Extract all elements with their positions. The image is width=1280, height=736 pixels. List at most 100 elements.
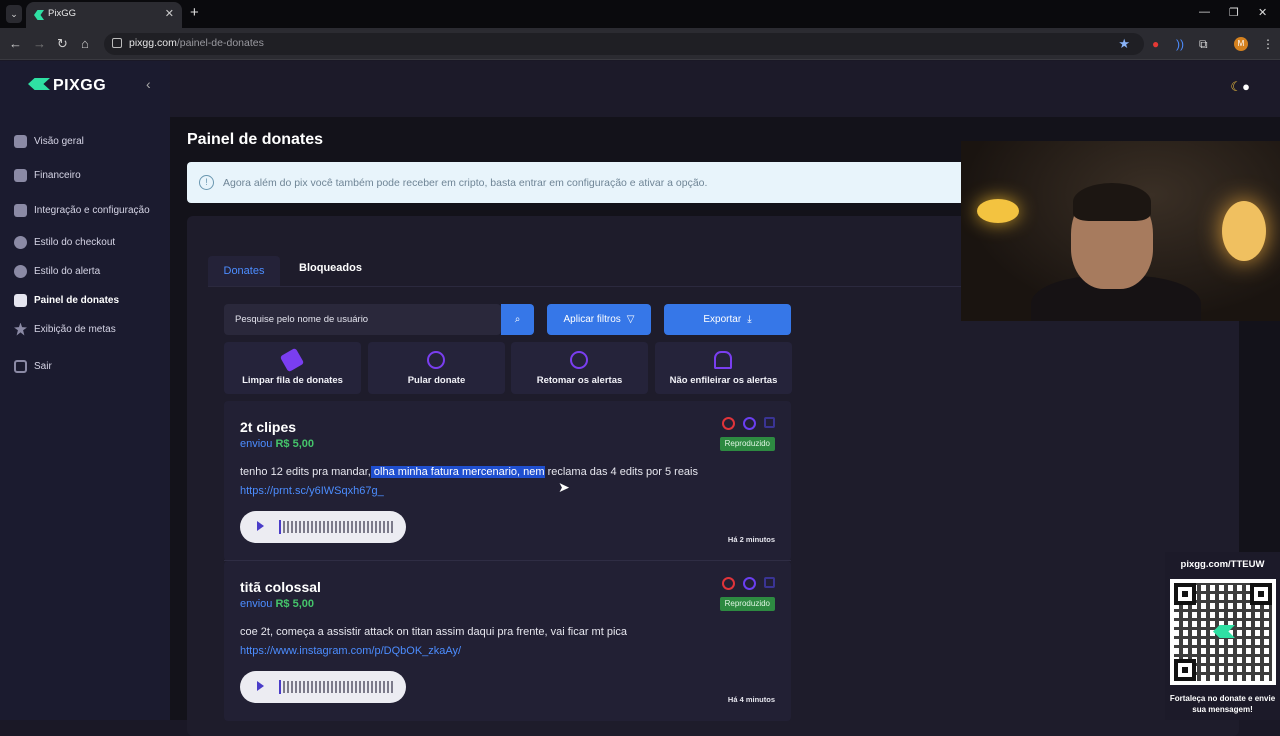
audio-player[interactable] [240,511,406,543]
minimize-icon[interactable]: — [1199,6,1210,18]
person-hair [1073,183,1151,221]
qr-finder [1174,659,1196,681]
tab-bloqueados[interactable]: Bloqueados [299,262,362,274]
logo-mark-icon [28,78,50,90]
reload-icon[interactable]: ↻ [57,36,68,52]
sidebar-item-financeiro[interactable]: Financeiro [14,165,81,185]
sidebar-item-integracao[interactable]: Integração e configuração [14,200,150,220]
mouse-cursor-icon: ➤ [558,479,570,495]
apply-filters-button[interactable]: Aplicar filtros ▽ [547,304,651,335]
donate-card: titã colossal enviou R$ 5,00 Reproduzido… [224,561,791,721]
sidebar-item-sair[interactable]: Sair [14,356,52,376]
audio-player[interactable] [240,671,406,703]
status-badge: Reproduzido [719,597,775,611]
tab-title: PixGG [48,8,76,19]
search-button[interactable]: ⌕ [501,304,534,335]
playhead[interactable] [279,520,281,534]
block-icon[interactable] [722,417,735,430]
bell-off-icon [714,351,732,369]
search-input[interactable]: Pesquise pelo nome de usuário ⌕ [224,304,534,335]
wallet-icon [14,168,27,182]
logout-icon [14,359,27,373]
waveform[interactable] [279,681,393,693]
forward-icon[interactable]: → [33,36,46,51]
qr-code [1170,579,1276,685]
sidebar-item-estilo-checkout[interactable]: Estilo do checkout [14,232,115,252]
theme-toggle-icon[interactable]: ● [1242,79,1250,94]
skip-icon[interactable] [764,417,775,428]
donate-message: tenho 12 edits pra mandar, olha minha fa… [240,466,698,478]
qr-caption: Fortaleça no donate e envie sua mensagem… [1169,694,1276,714]
page-title: Painel de donates [187,131,324,148]
webcam-overlay [961,141,1280,321]
bookmark-star-icon[interactable]: ★ [1118,36,1130,52]
extension-icon[interactable]: ● [1152,37,1159,51]
donate-link[interactable]: https://www.instagram.com/p/DQbOK_zkaAy/ [240,645,461,657]
search-icon: ⌕ [514,314,521,325]
home-icon [14,134,27,148]
site-info-icon[interactable] [112,38,122,48]
donate-timestamp: Há 2 minutos [727,535,775,544]
palette-icon [14,235,27,249]
address-bar-row: ← → ↻ ⌂ pixgg.com/painel-de-donates ★ ● … [0,28,1280,60]
sidebar-item-visao-geral[interactable]: Visão geral [14,131,84,151]
skip-donate-button[interactable]: Pular donate [368,342,505,394]
tab-donates[interactable]: Donates [208,256,280,286]
donate-link[interactable]: https://prnt.sc/y6IWSqxh67g_ [240,485,384,497]
tab-search-dropdown[interactable]: ⌄ [6,5,22,23]
lamp [1222,201,1266,261]
close-window-icon[interactable]: ✕ [1258,6,1267,19]
skip-icon [427,351,445,369]
sidebar: PIXGG ‹ Visão geral Financeiro Integraçã… [0,61,170,720]
skip-icon[interactable] [764,577,775,588]
star-icon [14,322,27,336]
download-icon: ⤓ [747,314,752,325]
palette-icon [14,264,27,278]
play-icon[interactable] [257,681,264,691]
browser-tab[interactable]: PixGG ✕ [26,2,182,28]
lamp [977,199,1019,223]
extensions-puzzle-icon[interactable]: ⧉ [1199,37,1208,52]
status-badge: Reproduzido [719,437,775,451]
close-tab-icon[interactable]: ✕ [165,7,174,20]
profile-avatar[interactable]: M [1234,37,1248,51]
donate-actions [722,577,775,590]
extension-icon[interactable]: )) [1176,37,1184,51]
new-tab-button[interactable]: + [190,4,199,21]
qr-finder [1250,583,1272,605]
replay-icon[interactable] [743,577,756,590]
menu-kebab-icon[interactable]: ⋮ [1262,37,1274,51]
dont-queue-alerts-button[interactable]: Não enfileirar os alertas [655,342,792,394]
url-field[interactable]: pixgg.com/painel-de-donates ★ [104,33,1144,55]
home-icon[interactable]: ⌂ [81,36,89,51]
donate-actions [722,417,775,430]
moon-icon[interactable]: ☾ [1230,79,1242,95]
restore-icon[interactable]: ❐ [1229,6,1239,19]
playhead[interactable] [279,680,281,694]
play-icon[interactable] [257,521,264,531]
qr-overlay: pixgg.com/TTEUW Fortaleça no donate e en… [1165,552,1280,720]
donate-timestamp: Há 4 minutos [727,695,775,704]
export-button[interactable]: Exportar ⤓ [664,304,791,335]
sidebar-item-estilo-alerta[interactable]: Estilo do alerta [14,261,100,281]
back-icon[interactable]: ← [9,36,22,51]
resume-alerts-button[interactable]: Retomar os alertas [511,342,648,394]
info-banner: ! Agora além do pix você também pode rec… [187,162,987,203]
browser-tab-strip: ⌄ PixGG ✕ + — ❐ ✕ [0,0,1280,28]
waveform[interactable] [279,521,393,533]
donate-amount: enviou R$ 5,00 [240,598,315,610]
block-icon[interactable] [722,577,735,590]
document-icon [14,203,27,217]
collapse-sidebar-icon[interactable]: ‹ [146,76,151,92]
donate-icon [14,293,27,307]
clear-queue-button[interactable]: Limpar fila de donates [224,342,361,394]
sidebar-item-exibicao-metas[interactable]: Exibição de metas [14,319,116,339]
sidebar-item-painel-donates[interactable]: Painel de donates [14,290,119,310]
donate-message: coe 2t, começa a assistir attack on tita… [240,626,628,638]
donor-name: 2t clipes [240,419,297,435]
info-icon: ! [199,175,214,190]
replay-icon[interactable] [743,417,756,430]
filter-icon: ▽ [626,314,635,325]
donor-name: titã colossal [240,579,321,595]
pixgg-logo[interactable]: PIXGG [28,77,106,95]
